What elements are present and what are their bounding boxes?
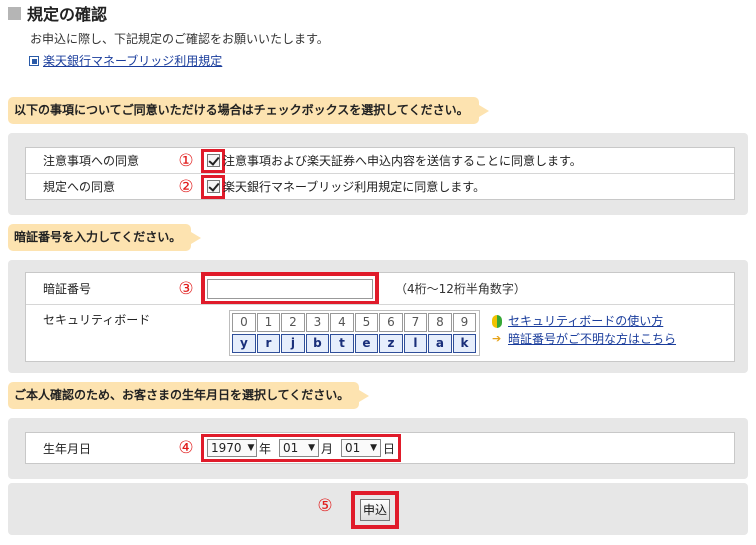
security-board-links: セキュリティボードの使い方 ➔ 暗証番号がご不明な方はこちら (492, 312, 676, 348)
pin-section-label: 暗証番号を入力してください。 (8, 224, 202, 251)
digit-key: 8 (428, 313, 452, 332)
digit-key: 6 (379, 313, 403, 332)
day-select[interactable]: 01 ▼ (341, 439, 382, 457)
digit-key: 0 (232, 313, 256, 332)
forgot-pin-link[interactable]: ➔ 暗証番号がご不明な方はこちら (492, 330, 676, 348)
dob-row: 生年月日 ④ 1970 ▼ 年 01 ▼ 月 01 ▼ 日 (26, 433, 734, 463)
letter-key[interactable]: z (379, 334, 403, 353)
submit-highlight: 申込 (351, 491, 399, 529)
agreement-row-notes: 注意事項への同意 ① 注意事項および楽天証券へ申込内容を送信することに同意します… (26, 148, 734, 173)
letter-key[interactable]: a (428, 334, 452, 353)
external-link-icon (29, 55, 39, 66)
security-board: 0 1 2 3 4 5 6 7 8 9 y r j b t e z l a k (229, 310, 480, 356)
intro-text: お申込に際し、下記規定のご確認をお願いいたします。 (30, 32, 329, 46)
month-unit: 月 (321, 441, 334, 456)
marker-number: ③ (178, 278, 194, 299)
marker-number: ② (178, 176, 194, 197)
year-value: 1970 (211, 441, 242, 455)
letter-key[interactable]: t (330, 334, 354, 353)
digit-key: 2 (281, 313, 305, 332)
submit-button[interactable]: 申込 (360, 499, 390, 521)
letter-key[interactable]: k (452, 334, 477, 353)
digit-key: 5 (354, 313, 379, 332)
letter-row: y r j b t e z l a k (232, 334, 477, 354)
month-value: 01 (283, 441, 299, 455)
agreement-section-label: 以下の事項についてご同意いただける場合はチェックボックスを選択してください。 (8, 97, 489, 124)
digit-key: 4 (330, 313, 354, 332)
marker-number: ④ (178, 438, 194, 458)
notes-agree-checkbox[interactable] (206, 154, 220, 167)
year-select[interactable]: 1970 ▼ (207, 439, 257, 457)
beginner-leaf-icon (492, 314, 502, 328)
day-unit: 日 (383, 441, 396, 456)
letter-key[interactable]: r (256, 334, 281, 353)
row-label: セキュリティボード (43, 313, 151, 327)
letter-key[interactable]: y (232, 334, 256, 353)
pin-input[interactable] (207, 278, 373, 299)
pin-row: 暗証番号 ③ （4桁～12桁半角数字） (26, 272, 734, 305)
security-board-row: セキュリティボード 0 1 2 3 4 5 6 7 8 9 y r j b t … (26, 304, 734, 361)
day-value: 01 (345, 441, 361, 455)
marker-number: ① (178, 150, 194, 171)
dropdown-arrow-icon: ▼ (247, 443, 255, 453)
rule-link-text[interactable]: 楽天銀行マネーブリッジ利用規定 (43, 52, 222, 69)
security-board-help-text[interactable]: セキュリティボードの使い方 (508, 312, 663, 330)
letter-key[interactable]: b (305, 334, 330, 353)
forgot-pin-text[interactable]: 暗証番号がご不明な方はこちら (508, 330, 676, 348)
letter-key[interactable]: e (354, 334, 379, 353)
dropdown-arrow-icon: ▼ (308, 443, 316, 453)
dob-section-label: ご本人確認のため、お客さまの生年月日を選択してください。 (8, 382, 370, 409)
notes-agree-checkbox-highlight[interactable] (201, 148, 225, 173)
dropdown-arrow-icon: ▼ (370, 443, 378, 453)
rule-link[interactable]: 楽天銀行マネーブリッジ利用規定 (29, 52, 222, 69)
marker-number: ⑤ (317, 496, 333, 516)
digit-key: 7 (403, 313, 428, 332)
year-unit: 年 (259, 441, 272, 456)
digit-row: 0 1 2 3 4 5 6 7 8 9 (232, 313, 477, 333)
digit-key: 3 (305, 313, 330, 332)
digit-key: 9 (452, 313, 477, 332)
letter-key[interactable]: j (281, 334, 305, 353)
rules-agree-checkbox[interactable] (206, 180, 220, 193)
arrow-right-icon: ➔ (492, 332, 502, 345)
agreement-table: 注意事項への同意 ① 注意事項および楽天証券へ申込内容を送信することに同意します… (25, 147, 735, 200)
pin-table: 暗証番号 ③ （4桁～12桁半角数字） セキュリティボード 0 1 2 3 4 … (25, 272, 735, 362)
rules-agree-checkbox-highlight[interactable] (201, 174, 225, 199)
dob-table: 生年月日 ④ 1970 ▼ 年 01 ▼ 月 01 ▼ 日 (25, 432, 735, 464)
page-title: 規定の確認 (8, 3, 108, 24)
agreement-row-rules: 規定への同意 ② 楽天銀行マネーブリッジ利用規定に同意します。 (26, 173, 734, 199)
letter-key[interactable]: l (403, 334, 428, 353)
notes-agree-text: 注意事項および楽天証券へ申込内容を送信することに同意します。 (223, 154, 582, 168)
pin-hint: （4桁～12桁半角数字） (395, 282, 526, 296)
security-board-help-link[interactable]: セキュリティボードの使い方 (492, 312, 676, 330)
month-select[interactable]: 01 ▼ (279, 439, 320, 457)
submit-area: ⑤ 申込 (8, 483, 748, 535)
digit-key: 1 (256, 313, 281, 332)
dob-highlight: 1970 ▼ 年 01 ▼ 月 01 ▼ 日 (201, 434, 402, 462)
pin-input-highlight (201, 272, 379, 305)
rules-agree-text: 楽天銀行マネーブリッジ利用規定に同意します。 (223, 180, 486, 194)
page-title-text: 規定の確認 (27, 5, 108, 24)
title-square-icon (8, 6, 21, 20)
